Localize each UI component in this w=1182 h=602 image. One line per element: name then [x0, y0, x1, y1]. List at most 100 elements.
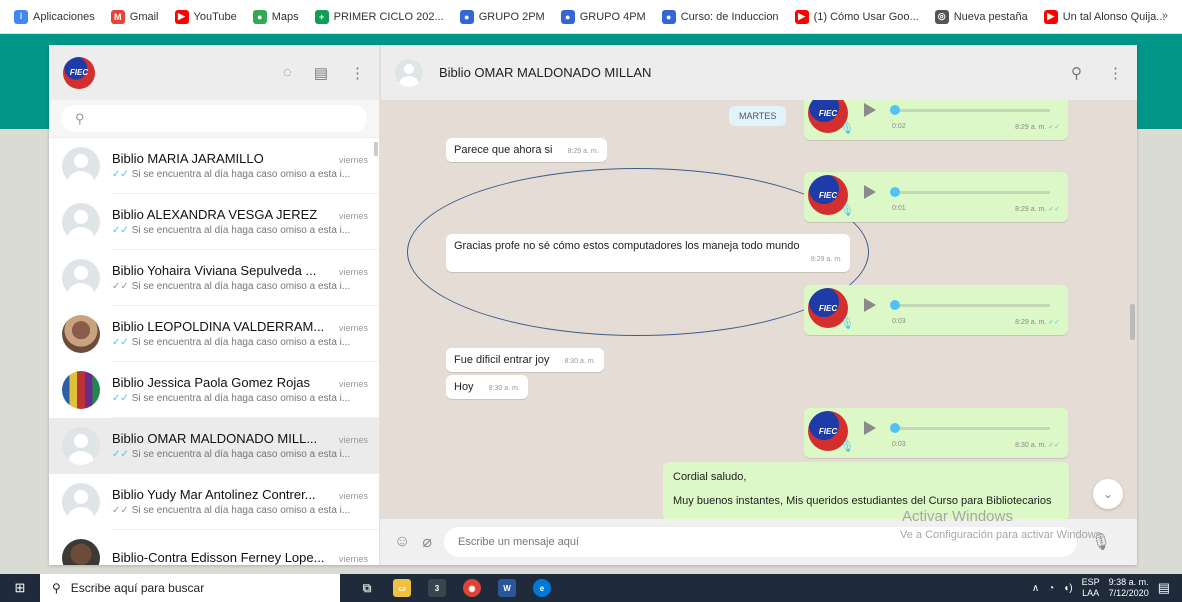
clock[interactable]: 9:38 a. m. 7/12/2020	[1109, 577, 1149, 599]
chat-time: viernes	[338, 379, 368, 389]
audio-progress-knob[interactable]	[890, 105, 900, 115]
chat-list-item[interactable]: Biblio Yudy Mar Antolinez Contrer... vier…	[49, 474, 379, 530]
conversation-menu-icon[interactable]: ⋮	[1108, 64, 1123, 82]
bookmark-item[interactable]: ● GRUPO 2PM	[459, 9, 545, 24]
chat-list-item[interactable]: Biblio MARIA JARAMILLO viernes ✓✓ Si se enc…	[49, 138, 379, 194]
speaker-icon[interactable]: ◖)	[1063, 583, 1072, 594]
bookmarks-overflow-button[interactable]: »	[1162, 10, 1168, 22]
notifications-icon[interactable]: ▤	[1158, 580, 1170, 596]
classroom-icon: +	[314, 9, 329, 24]
tray-expand-icon[interactable]: ∧	[1032, 583, 1039, 594]
double-check-icon: ✓✓	[1048, 206, 1060, 213]
file-explorer-icon[interactable]: ▭	[393, 579, 411, 597]
bookmark-item[interactable]: ⁝ Aplicaciones	[14, 9, 95, 24]
bookmark-item[interactable]: ◎ Nueva pestaña	[934, 9, 1028, 24]
audio-progress-knob[interactable]	[890, 300, 900, 310]
bookmark-label: (1) Cómo Usar Goo...	[813, 10, 919, 23]
voice-message[interactable]: FIEC 🎙 0:03 8:30 a. m. ✓✓	[804, 408, 1068, 458]
word-icon[interactable]: W	[498, 579, 516, 597]
chat-list-item[interactable]: Biblio Yohaira Viviana Sepulveda ... vier…	[49, 250, 379, 306]
chat-summary: Biblio MARIA JARAMILLO viernes ✓✓ Si se enc…	[112, 138, 379, 194]
audio-progress-track[interactable]	[892, 191, 1050, 194]
chat-name: Biblio MARIA JARAMILLO	[112, 151, 264, 166]
bookmark-label: GRUPO 4PM	[579, 10, 646, 23]
sidebar: FIEC ◌ ▤ ⋮ ⚲ Biblio MARIA JARAMILLO viern…	[49, 45, 380, 565]
avatar	[62, 483, 100, 521]
chat-time: viernes	[338, 155, 368, 165]
bookmark-label: GRUPO 2PM	[478, 10, 545, 23]
chat-list-item[interactable]: Biblio LEOPOLDINA VALDERRAM... viernes ✓✓ S…	[49, 306, 379, 362]
bookmark-label: Gmail	[129, 10, 159, 23]
task-view-icon[interactable]: ⧉	[358, 579, 376, 597]
bookmark-item[interactable]: ● GRUPO 4PM	[560, 9, 646, 24]
chat-summary: Biblio Jessica Paola Gomez Rojas viernes ✓…	[112, 362, 379, 418]
bookmark-item[interactable]: ▶ (1) Cómo Usar Goo...	[794, 9, 919, 24]
chat-time: viernes	[338, 323, 368, 333]
audio-progress-knob[interactable]	[890, 423, 900, 433]
3cx-icon[interactable]: 3	[428, 579, 446, 597]
message-scrollbar[interactable]	[1130, 304, 1135, 340]
language-indicator[interactable]: ESP LAA	[1082, 577, 1100, 599]
attach-icon[interactable]: ⌀	[422, 532, 432, 552]
chat-preview: Si se encuentra al día haga caso omiso a…	[131, 169, 351, 180]
play-icon[interactable]	[864, 298, 876, 312]
youtube-icon: ▶	[1043, 9, 1058, 24]
network-icon[interactable]: ◔	[1048, 583, 1054, 594]
chat-time: viernes	[338, 491, 368, 501]
profile-avatar[interactable]: FIEC	[63, 56, 95, 89]
audio-progress-track[interactable]	[892, 109, 1050, 112]
bookmark-item[interactable]: ▶ YouTube	[174, 9, 237, 24]
menu-icon[interactable]: ⋮	[350, 64, 365, 82]
day-divider: MARTES	[729, 106, 787, 126]
search-messages-icon[interactable]: ⚲	[1071, 64, 1082, 82]
microphone-icon: 🎙	[840, 318, 854, 330]
voice-message[interactable]: FIEC 🎙 0:01 8:29 a. m. ✓✓	[804, 172, 1068, 222]
bookmark-label: Maps	[271, 10, 299, 23]
chat-list-item[interactable]: Biblio-Contra Edisson Ferney Lope... vier…	[49, 530, 379, 565]
chat-summary: Biblio OMAR MALDONADO MILL... viernes ✓✓ Si…	[112, 418, 379, 474]
conversation-header[interactable]: Biblio OMAR MALDONADO MILLAN ⚲ ⋮	[380, 45, 1137, 100]
bookmark-item[interactable]: ● Curso: de Induccion	[661, 9, 779, 24]
chat-list-item[interactable]: Biblio ALEXANDRA VESGA JEREZ viernes ✓✓ Si …	[49, 194, 379, 250]
play-icon[interactable]	[864, 421, 876, 435]
chrome-icon[interactable]: ◉	[463, 579, 481, 597]
status-icon[interactable]: ◌	[283, 64, 292, 82]
bookmark-item[interactable]: ▶ Un tal Alonso Quija...	[1043, 9, 1165, 24]
scroll-down-button[interactable]: ⌄	[1093, 479, 1123, 509]
audio-time: 8:29 a. m. ✓✓	[1015, 206, 1060, 213]
incoming-message[interactable]: Hoy 8:30 a. m.	[446, 375, 528, 399]
emoji-icon[interactable]: ☺	[394, 533, 410, 551]
voice-message[interactable]: FIEC 🎙 0:02 8:29 a. m. ✓✓	[804, 100, 1068, 140]
chat-preview: Si se encuentra al día haga caso omiso a…	[131, 505, 351, 516]
taskbar-search[interactable]: ⚲ Escribe aquí para buscar	[40, 574, 340, 602]
play-icon[interactable]	[864, 103, 876, 117]
search-icon: ⚲	[52, 581, 61, 595]
chat-list-item[interactable]: Biblio OMAR MALDONADO MILL... viernes ✓✓ Si…	[49, 418, 379, 474]
contact-name[interactable]: Biblio OMAR MALDONADO MILLAN	[439, 65, 651, 80]
windows-start-button[interactable]: ⊞	[0, 574, 40, 602]
microphone-icon: 🎙	[840, 441, 854, 453]
audio-progress-track[interactable]	[892, 427, 1050, 430]
bookmark-item[interactable]: ● Maps	[252, 9, 299, 24]
contact-avatar[interactable]	[395, 58, 423, 87]
voice-message[interactable]: FIEC 🎙 0:03 8:29 a. m. ✓✓	[804, 285, 1068, 335]
chat-time: viernes	[338, 554, 368, 564]
chat-list-item[interactable]: Biblio Jessica Paola Gomez Rojas viernes ✓…	[49, 362, 379, 418]
bookmark-item[interactable]: + PRIMER CICLO 202...	[314, 9, 444, 24]
incoming-message[interactable]: Fue dificil entrar joy 8:30 a. m.	[446, 348, 604, 372]
bookmark-item[interactable]: M Gmail	[110, 9, 159, 24]
avatar	[62, 203, 100, 241]
double-check-icon: ✓✓	[1048, 442, 1060, 449]
search-input[interactable]: ⚲	[61, 105, 367, 132]
audio-progress-track[interactable]	[892, 304, 1050, 307]
bookmark-label: YouTube	[193, 10, 237, 23]
audio-duration: 0:03	[892, 318, 906, 325]
bookmark-label: Nueva pestaña	[953, 10, 1028, 23]
chat-name: Biblio ALEXANDRA VESGA JEREZ	[112, 207, 318, 222]
edge-icon[interactable]: e	[533, 579, 551, 597]
new-chat-icon[interactable]: ▤	[314, 64, 328, 82]
incoming-message[interactable]: Parece que ahora si 8:29 a. m.	[446, 138, 607, 162]
play-icon[interactable]	[864, 185, 876, 199]
chat-preview: Si se encuentra al día haga caso omiso a…	[131, 337, 351, 348]
audio-progress-knob[interactable]	[890, 187, 900, 197]
